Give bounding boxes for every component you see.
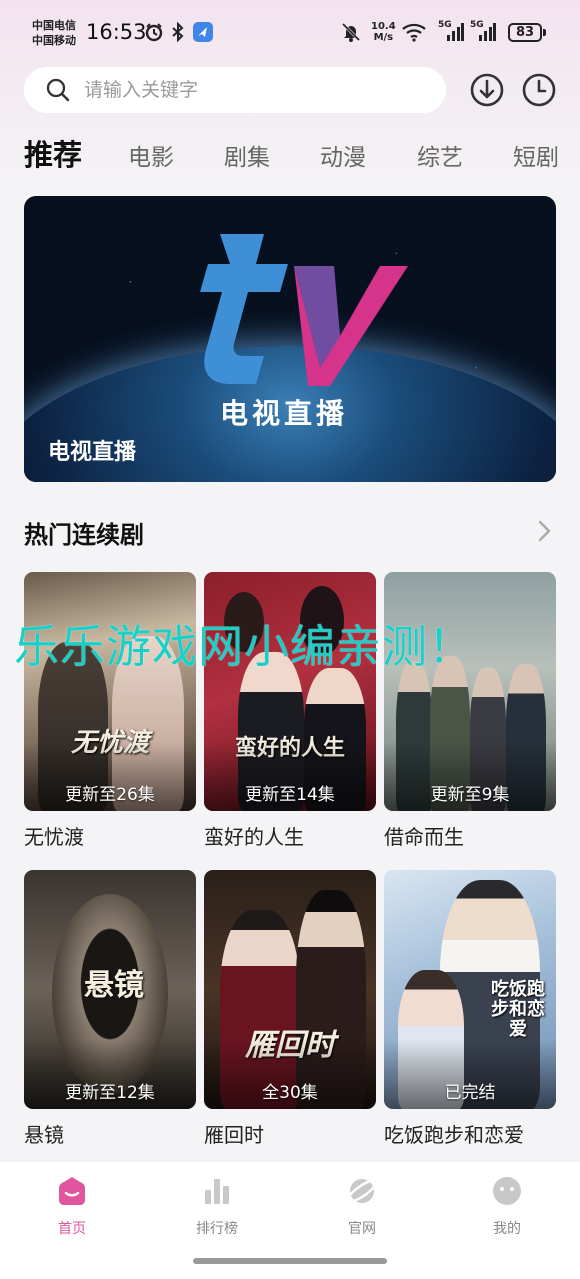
network-speed: 10.4 M/s [371, 21, 396, 43]
nav-profile-label: 我的 [493, 1221, 521, 1237]
episode-status: 更新至12集 [65, 1083, 155, 1103]
poster: 无忧渡 更新至26集 [24, 572, 196, 811]
show-card[interactable]: 吃饭跑步和恋爱 已完结 吃饭跑步和恋爱 [384, 870, 556, 1148]
tab-recommend[interactable]: 推荐 [24, 132, 82, 174]
show-card[interactable]: 悬镜 更新至12集 悬镜 [24, 870, 196, 1148]
tv-logo-icon [200, 234, 408, 386]
poster: 雁回时 全30集 [204, 870, 376, 1109]
poster: 吃饭跑步和恋爱 已完结 [384, 870, 556, 1109]
banner-caption: 电视直播 [48, 440, 137, 465]
network-speed-value: 10.4 [371, 21, 396, 32]
planet-icon [346, 1179, 378, 1203]
episode-status: 已完结 [444, 1083, 496, 1103]
nav-ranking-label: 排行榜 [196, 1221, 238, 1237]
nav-home-label: 首页 [58, 1221, 86, 1237]
banner-logo-text: 电视直播 [219, 397, 348, 430]
tab-movies[interactable]: 电影 [128, 138, 174, 172]
home-indicator[interactable] [193, 1258, 387, 1264]
episode-status: 更新至14集 [245, 785, 335, 805]
tab-short-drama[interactable]: 短剧 [513, 138, 559, 172]
search-input[interactable] [84, 67, 424, 113]
clock: 16:53 [86, 20, 147, 44]
battery-indicator: 83 [508, 23, 546, 42]
show-title: 蛮好的人生 [204, 825, 304, 849]
carrier-info: 中国电信 中国移动 [32, 18, 76, 48]
nav-profile[interactable]: 我的 [467, 1174, 547, 1238]
alarm-icon [145, 23, 163, 42]
download-icon[interactable] [469, 70, 505, 110]
poster: 蛮好的人生 更新至14集 [204, 572, 376, 811]
tab-anime[interactable]: 动漫 [320, 138, 366, 172]
show-card[interactable]: 雁回时 全30集 雁回时 [204, 870, 376, 1148]
tab-variety[interactable]: 综艺 [417, 138, 463, 172]
tab-series[interactable]: 剧集 [224, 138, 270, 172]
status-bar: 中国电信 中国移动 16:53 10.4 M/s 5G 5G 83 [0, 0, 580, 66]
search-icon [46, 78, 70, 102]
show-title: 悬镜 [24, 1123, 64, 1147]
app-notification-icon [193, 22, 213, 42]
nav-ranking[interactable]: 排行榜 [177, 1174, 257, 1238]
episode-status: 更新至26集 [65, 785, 155, 805]
history-clock-icon[interactable] [521, 70, 557, 110]
nav-home[interactable]: 首页 [32, 1174, 112, 1238]
episode-status: 更新至9集 [430, 785, 510, 805]
poster: 更新至9集 [384, 572, 556, 811]
network-speed-unit: M/s [373, 32, 394, 43]
nav-official-site[interactable]: 官网 [322, 1174, 402, 1238]
poster-title: 悬镜 [84, 968, 144, 1003]
carrier-2: 中国移动 [32, 34, 76, 47]
bar-chart-icon [205, 1179, 229, 1204]
mute-icon [341, 22, 361, 42]
live-tv-banner[interactable]: 电视直播 电视直播 [24, 196, 556, 482]
poster-title: 吃饭跑步和恋爱 [491, 979, 545, 1040]
wifi-icon [402, 23, 426, 42]
episode-status: 全30集 [262, 1083, 318, 1103]
signal-1-icon [447, 23, 464, 41]
nav-official-site-label: 官网 [348, 1221, 376, 1237]
home-icon [59, 1177, 85, 1205]
show-title: 雁回时 [204, 1123, 264, 1147]
section-title: 热门连续剧 [24, 521, 144, 549]
signal-2-icon [479, 23, 496, 41]
carrier-1: 中国电信 [32, 19, 76, 32]
show-title: 借命而生 [384, 825, 464, 849]
show-title: 吃饭跑步和恋爱 [384, 1123, 524, 1147]
face-icon [493, 1177, 521, 1205]
bluetooth-icon [172, 22, 184, 42]
watermark-text: 乐乐游戏网小编亲测！ [14, 620, 475, 673]
show-title: 无忧渡 [24, 825, 84, 849]
poster: 悬镜 更新至12集 [24, 870, 196, 1109]
chevron-right-icon[interactable] [534, 518, 554, 544]
search-bar[interactable] [24, 67, 446, 113]
category-tabs: 推荐 电影 剧集 动漫 综艺 短剧 [0, 132, 580, 182]
